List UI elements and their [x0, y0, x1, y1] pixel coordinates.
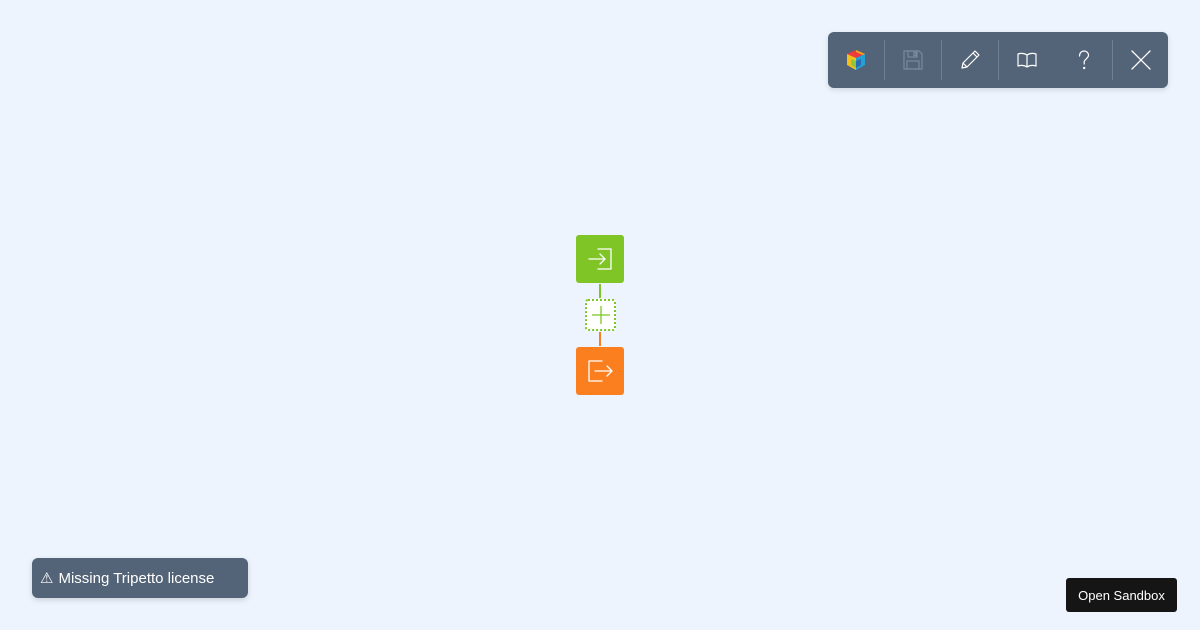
plus-icon: [591, 306, 610, 324]
close-button[interactable]: [1113, 32, 1169, 88]
license-warning-text: Missing Tripetto license: [58, 569, 215, 587]
warning-icon: ⚠: [40, 570, 54, 587]
help-button[interactable]: [1056, 32, 1112, 88]
enter-icon: [588, 248, 612, 270]
tripetto-logo-button[interactable]: [828, 32, 884, 88]
open-sandbox-button[interactable]: Open Sandbox: [1066, 578, 1177, 612]
close-icon: [1131, 50, 1151, 70]
pencil-icon: [961, 50, 980, 69]
add-block-button[interactable]: [585, 299, 616, 331]
tripetto-logo-icon: [847, 50, 865, 70]
question-icon: [1078, 50, 1090, 70]
flow-end-node[interactable]: [576, 347, 624, 395]
builder-toolbar: [828, 32, 1168, 88]
edit-button[interactable]: [942, 32, 998, 88]
book-icon: [1017, 52, 1037, 68]
docs-button[interactable]: [999, 32, 1055, 88]
flow-connector-bottom: [599, 332, 601, 346]
flow-connector-top: [599, 284, 601, 298]
license-warning[interactable]: ⚠ Missing Tripetto license: [32, 558, 248, 598]
save-icon: [903, 50, 923, 70]
exit-icon: [588, 360, 613, 382]
builder-canvas: ⚠ Missing Tripetto license Open Sandbox: [0, 0, 1200, 630]
flow-start-node[interactable]: [576, 235, 624, 283]
save-button[interactable]: [885, 32, 941, 88]
